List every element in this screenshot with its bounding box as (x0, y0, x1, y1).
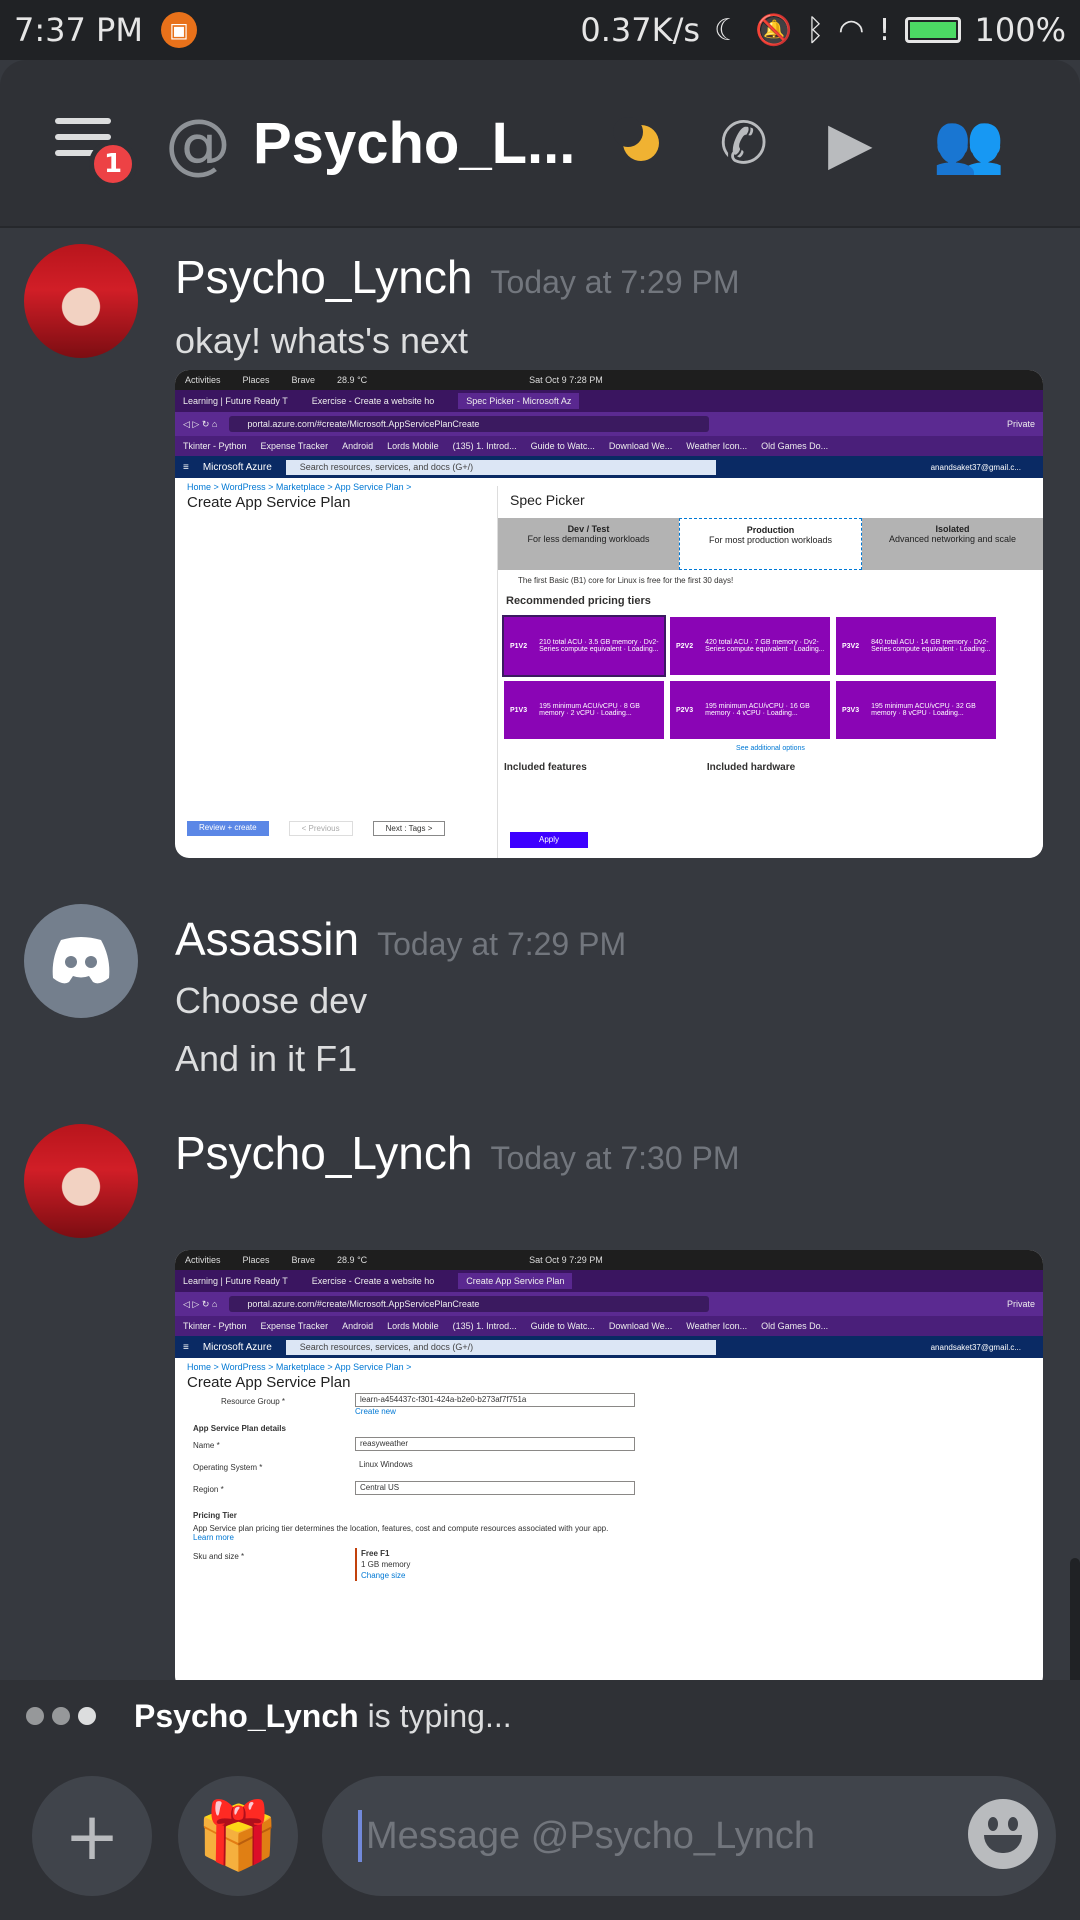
alert-icon: ! (878, 12, 891, 48)
avatar[interactable] (24, 1124, 138, 1238)
author-name[interactable]: Assassin (175, 913, 359, 965)
gift-button[interactable]: 🎁 (178, 1776, 298, 1896)
message-list[interactable]: Psycho_Lynch Today at 7:29 PM okay! whats… (0, 228, 1080, 1680)
idle-status-icon (613, 117, 660, 161)
azure-topbar: ≡ Microsoft Azure Search resources, servic… (175, 456, 1043, 478)
muted-bell-icon: 🔕 (754, 12, 793, 48)
message-text: Choose dev (175, 980, 368, 1021)
browser-tabs: Learning | Future Ready T Exercise - Crea… (175, 390, 1043, 412)
message-timestamp: Today at 7:29 PM (490, 264, 740, 300)
message-input[interactable]: Message @Psycho_Lynch (322, 1776, 1056, 1896)
gift-icon: 🎁 (196, 1797, 280, 1874)
clock: 7:37 PM (14, 11, 143, 49)
author-name[interactable]: Psycho_Lynch (175, 1127, 472, 1179)
message-input-placeholder: Message @Psycho_Lynch (366, 1814, 816, 1857)
at-icon: @ (165, 104, 231, 182)
typing-user: Psycho_Lynch (134, 1697, 359, 1734)
bluetooth-icon: ᛒ (806, 12, 825, 48)
video-call-icon[interactable]: ▶ (828, 109, 873, 177)
battery-icon (904, 17, 961, 43)
add-attachment-button[interactable]: + (32, 1776, 152, 1896)
wifi-icon: ◠ (838, 12, 865, 48)
message-timestamp: Today at 7:30 PM (490, 1140, 740, 1176)
avatar[interactable] (24, 904, 138, 1018)
composer: + 🎁 Message @Psycho_Lynch (0, 1752, 1080, 1920)
message-timestamp: Today at 7:29 PM (377, 926, 627, 962)
menu-button[interactable]: 1 (55, 118, 137, 188)
bookmarks-bar: Tkinter - Python Expense Tracker Android Lo… (175, 436, 1043, 456)
network-speed: 0.37K/s (580, 11, 701, 49)
notification-badge: 1 (89, 140, 137, 188)
status-bar: 7:37 PM ▣ 0.37K/s ☾ 🔕 ᛒ ◠ ! 100% (0, 0, 1080, 60)
plus-icon: + (64, 1797, 120, 1875)
voice-call-icon[interactable]: ✆ (719, 109, 768, 177)
emoji-icon[interactable] (968, 1799, 1038, 1869)
image-attachment[interactable]: Activities Places Brave 28.9 °C Sat Oct 9 7:… (175, 1250, 1043, 1680)
message-text: okay! whats's next (175, 320, 469, 361)
channel-title[interactable]: Psycho_L... (253, 110, 575, 177)
members-icon[interactable]: 👥 (933, 109, 1005, 178)
author-name[interactable]: Psycho_Lynch (175, 251, 472, 303)
typing-indicator: Psycho_Lynch is typing... (0, 1680, 1080, 1752)
browser-urlbar: ◁ ▷ ↻ ⌂ portal.azure.com/#create/Microsof… (175, 412, 1043, 436)
avatar[interactable] (24, 244, 138, 358)
spec-picker-panel: Spec Picker Dev / Test For less demanding… (497, 486, 1043, 858)
battery-level: 100% (974, 11, 1066, 49)
image-attachment[interactable]: Activities Places Brave 28.9 °C Sat Oct 9 7:… (175, 370, 1043, 858)
message-text: And in it F1 (175, 1038, 358, 1079)
scrollbar[interactable] (1070, 1558, 1080, 1680)
typing-text: is typing... (367, 1697, 512, 1734)
discord-logo-icon (52, 937, 110, 984)
screenshot-crop-icon: ▣ (160, 12, 197, 48)
channel-header: 1 @ Psycho_L... ✆ ▶ 👥 (0, 60, 1080, 228)
gnome-topbar: Activities Places Brave 28.9 °C Sat Oct 9 7:… (175, 370, 1043, 390)
do-not-disturb-icon: ☾ (714, 12, 741, 48)
